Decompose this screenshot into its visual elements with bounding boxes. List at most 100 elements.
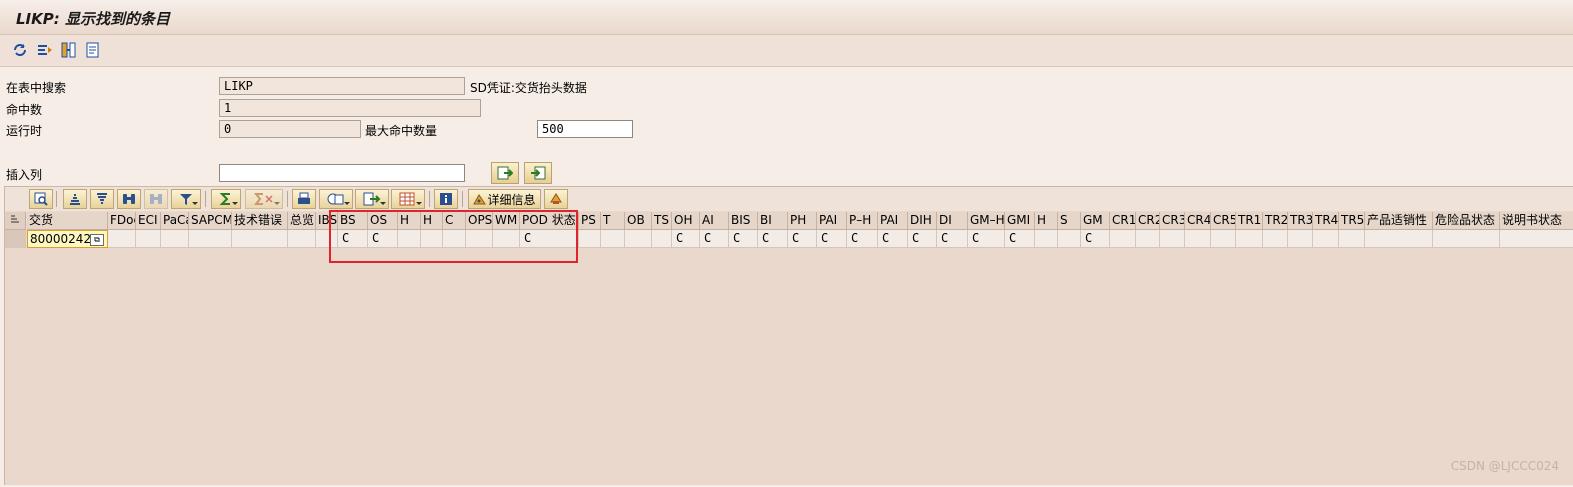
total-icon[interactable] [211,189,241,209]
column-header[interactable]: S [1058,212,1081,230]
table-cell[interactable]: C [700,230,729,248]
column-header[interactable]: OH [672,212,700,230]
table-cell[interactable] [398,230,421,248]
information-icon[interactable] [434,189,458,209]
select-all-icon[interactable] [5,212,26,230]
table-cell[interactable]: C [908,230,937,248]
column-header[interactable]: WM [493,212,520,230]
table-cell[interactable] [316,230,338,248]
additional-function-icon[interactable] [544,189,568,209]
table-cell[interactable] [1365,230,1433,248]
print-preview-icon[interactable] [292,189,316,209]
table-cell[interactable] [493,230,520,248]
table-cell[interactable] [1433,230,1500,248]
column-header[interactable]: OB [625,212,652,230]
column-header[interactable]: CR5 [1211,212,1236,230]
table-cell[interactable]: C [847,230,878,248]
hits-field[interactable]: 1 [219,99,481,117]
table-cell[interactable] [1500,230,1573,248]
table-cell[interactable]: C [1081,230,1110,248]
column-header[interactable]: BI [758,212,788,230]
table-cell[interactable] [1058,230,1081,248]
table-cell[interactable] [288,230,316,248]
remove-column-button[interactable] [524,162,552,184]
refresh-icon[interactable] [11,41,29,59]
table-cell[interactable] [136,230,161,248]
column-header[interactable]: TR3 [1288,212,1313,230]
table-cell[interactable] [625,230,652,248]
table-cell[interactable]: C [878,230,908,248]
table-cell[interactable] [443,230,466,248]
views-icon[interactable] [319,189,353,209]
layout-icon[interactable] [391,189,425,209]
table-cell[interactable] [1185,230,1211,248]
column-header[interactable]: OS [368,212,398,230]
table-cell[interactable]: C [758,230,788,248]
sort-descending-icon[interactable] [90,189,114,209]
column-header[interactable]: GM–H [968,212,1005,230]
table-cell[interactable] [579,230,601,248]
table-cell[interactable] [1035,230,1058,248]
column-header[interactable]: PAI [878,212,908,230]
column-header[interactable]: PAI [817,212,847,230]
table-cell[interactable]: C [672,230,700,248]
table-cell[interactable]: C [937,230,968,248]
column-header[interactable]: DI [937,212,968,230]
table-cell[interactable] [601,230,625,248]
column-header[interactable]: TS [652,212,672,230]
table-cell[interactable] [1263,230,1288,248]
selection-screen-icon[interactable] [36,41,54,59]
column-header[interactable]: TR4 [1313,212,1339,230]
column-header[interactable]: CR4 [1185,212,1211,230]
column-header[interactable]: FDoc [108,212,136,230]
value-help-icon[interactable]: ⧉ [90,234,104,246]
find-next-icon[interactable] [144,189,168,209]
list-icon[interactable] [84,41,102,59]
max-hits-field[interactable]: 500 [537,120,633,138]
table-cell[interactable] [1313,230,1339,248]
table-cell[interactable]: C [1005,230,1035,248]
column-header[interactable]: GM [1081,212,1110,230]
column-header[interactable]: PaCa [161,212,189,230]
column-header[interactable]: TR2 [1263,212,1288,230]
column-header[interactable]: T [601,212,625,230]
export-icon[interactable] [355,189,389,209]
column-header[interactable]: 产品适销性 [1365,212,1433,230]
column-header[interactable]: 技术错误 [232,212,288,230]
column-header[interactable]: OPS [466,212,493,230]
table-cell[interactable]: C [968,230,1005,248]
column-header[interactable]: TR1 [1236,212,1263,230]
table-cell[interactable] [1339,230,1365,248]
column-header[interactable]: AI [700,212,729,230]
column-header[interactable]: H [398,212,421,230]
table-field[interactable]: LIKP [219,77,465,95]
column-header[interactable]: GMI [1005,212,1035,230]
column-header[interactable]: SAPCM [189,212,232,230]
insert-column-field[interactable] [219,164,465,182]
insert-column-button[interactable] [491,162,519,184]
subtotal-icon[interactable] [245,189,283,209]
column-header[interactable]: TR5 [1339,212,1365,230]
table-cell[interactable]: C [817,230,847,248]
table-row[interactable]: 80000242 ⧉ C C C C C C C C C C C C C C C C [5,230,1573,248]
column-header[interactable]: DIH [908,212,937,230]
details-button[interactable]: 详细信息 [468,189,541,209]
table-cell[interactable] [1236,230,1263,248]
sort-ascending-icon[interactable] [63,189,87,209]
column-header[interactable]: P–H [847,212,878,230]
delivery-cell[interactable]: 80000242 ⧉ [27,230,108,248]
table-cell[interactable] [108,230,136,248]
table-cell[interactable] [421,230,443,248]
column-header[interactable]: H [1035,212,1058,230]
table-cell[interactable]: C [729,230,758,248]
table-cell[interactable]: C [338,230,368,248]
table-cell[interactable] [1136,230,1160,248]
column-header[interactable]: CR1 [1110,212,1136,230]
filter-icon[interactable] [171,189,201,209]
column-header[interactable]: 总览 [288,212,316,230]
details-view-icon[interactable] [29,189,53,209]
column-header[interactable]: 危险品状态 [1433,212,1500,230]
column-header[interactable]: CR2 [1136,212,1160,230]
column-header[interactable]: 说明书状态 [1500,212,1573,230]
column-header[interactable]: IBS [316,212,338,230]
